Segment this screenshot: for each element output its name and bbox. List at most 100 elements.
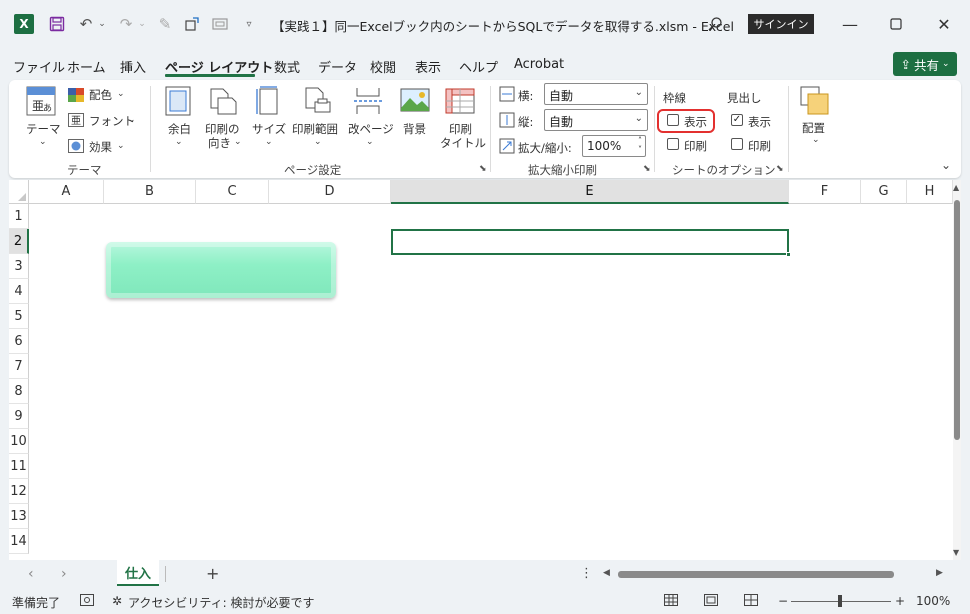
chevron-down-icon[interactable]: ⌄	[117, 89, 125, 99]
camera-icon[interactable]	[210, 13, 230, 35]
minimize-icon[interactable]: —	[838, 12, 862, 36]
redo-icon[interactable]: ↷	[116, 13, 136, 35]
sheet-tab-active[interactable]: 仕入	[117, 560, 159, 586]
close-icon[interactable]: ✕	[932, 12, 956, 36]
accessibility-status[interactable]: アクセシビリティ: 検討が必要です	[128, 594, 315, 611]
horizontal-scroll-thumb[interactable]	[618, 571, 894, 578]
column-header-a[interactable]: A	[29, 180, 104, 204]
margins-label[interactable]: 余白	[168, 121, 191, 137]
column-header-c[interactable]: C	[196, 180, 269, 204]
chevron-down-icon[interactable]: ⌄	[128, 115, 136, 125]
undo-icon[interactable]: ↶	[76, 13, 96, 35]
print-titles-icon[interactable]	[445, 86, 475, 116]
chevron-down-icon[interactable]: ⌄	[117, 141, 125, 151]
search-icon[interactable]	[704, 13, 726, 35]
row-header-2[interactable]: 2	[9, 229, 29, 254]
row-header-11[interactable]: 11	[9, 454, 29, 479]
width-dropdown[interactable]: 自動 ⌄	[544, 83, 648, 105]
chevron-down-icon[interactable]: ⌄	[39, 137, 47, 147]
background-label[interactable]: 背景	[403, 121, 426, 137]
scroll-right-icon[interactable]: ▶	[936, 568, 943, 578]
orientation-label-2[interactable]: 向き	[208, 135, 231, 151]
colors-icon[interactable]	[68, 88, 84, 102]
size-label[interactable]: サイズ	[252, 121, 286, 137]
vertical-scrollbar[interactable]: ▲ ▼	[953, 180, 961, 560]
tab-formulas[interactable]: 数式	[274, 57, 300, 76]
gridlines-print-label[interactable]: 印刷	[684, 138, 707, 154]
arrange-icon[interactable]	[800, 86, 830, 116]
row-header-8[interactable]: 8	[9, 379, 29, 404]
add-sheet-button[interactable]: +	[206, 564, 219, 583]
zoom-out-button[interactable]: −	[778, 594, 788, 608]
themes-icon[interactable]: 亜あ	[26, 86, 56, 116]
save-icon[interactable]	[46, 13, 68, 35]
more-options-icon[interactable]: ⋮	[580, 566, 593, 581]
select-all-corner[interactable]	[9, 180, 29, 204]
dialog-launcher-icon[interactable]: ⬊	[643, 164, 651, 174]
share-button[interactable]: ⇪ 共有 ⌄	[893, 52, 957, 76]
column-header-e[interactable]: E	[391, 180, 789, 204]
headings-print-label[interactable]: 印刷	[748, 138, 771, 154]
row-header-14[interactable]: 14	[9, 529, 29, 554]
spinner-arrows-icon[interactable]: ˄ ˅	[638, 136, 642, 154]
selected-cell[interactable]	[391, 229, 789, 255]
breaks-icon[interactable]	[353, 86, 383, 116]
page-break-preview-icon[interactable]	[744, 594, 758, 609]
maximize-icon[interactable]	[884, 12, 908, 36]
fill-handle[interactable]	[786, 252, 791, 257]
vertical-scroll-thumb[interactable]	[954, 200, 960, 440]
zoom-level[interactable]: 100%	[916, 594, 950, 608]
tab-file[interactable]: ファイル	[13, 57, 65, 76]
chevron-down-icon[interactable]: ⌄	[314, 137, 322, 147]
row-header-3[interactable]: 3	[9, 254, 29, 279]
fonts-icon[interactable]: 亜	[68, 113, 84, 127]
headings-print-checkbox[interactable]	[731, 138, 743, 150]
row-header-6[interactable]: 6	[9, 329, 29, 354]
zoom-slider-thumb[interactable]	[838, 595, 842, 607]
sheet-prev-icon[interactable]: ‹	[28, 566, 34, 582]
print-area-icon[interactable]	[303, 86, 333, 116]
signin-button[interactable]: サインイン	[748, 14, 814, 34]
shape-icon[interactable]	[182, 13, 202, 35]
button-shape[interactable]	[106, 242, 336, 298]
headings-view-label[interactable]: 表示	[748, 114, 771, 130]
scale-spinner[interactable]: 100% ˄ ˅	[582, 135, 646, 157]
headings-view-checkbox[interactable]: ✓	[731, 114, 743, 126]
row-header-5[interactable]: 5	[9, 304, 29, 329]
tab-view[interactable]: 表示	[415, 57, 441, 76]
column-header-b[interactable]: B	[104, 180, 196, 204]
row-header-13[interactable]: 13	[9, 504, 29, 529]
collapse-ribbon-icon[interactable]: ⌄	[941, 158, 951, 172]
customize-qat-icon[interactable]: ▿	[242, 13, 256, 35]
row-header-9[interactable]: 9	[9, 404, 29, 429]
scroll-up-icon[interactable]: ▲	[953, 183, 959, 192]
scroll-down-icon[interactable]: ▼	[953, 548, 959, 557]
chevron-down-icon[interactable]: ⌄	[812, 135, 820, 145]
colors-label[interactable]: 配色	[89, 87, 112, 103]
macro-recording-icon[interactable]	[80, 594, 94, 609]
tab-review[interactable]: 校閲	[370, 57, 396, 76]
zoom-in-button[interactable]: +	[895, 594, 905, 608]
chevron-down-icon[interactable]: ⌄	[265, 137, 273, 147]
tab-data[interactable]: データ	[318, 57, 357, 76]
redo-dropdown-icon[interactable]: ⌄	[136, 13, 148, 35]
orientation-icon[interactable]	[208, 86, 238, 116]
themes-label[interactable]: テーマ	[26, 121, 61, 137]
dialog-launcher-icon[interactable]: ⬊	[776, 164, 784, 174]
scroll-left-icon[interactable]: ◀	[603, 568, 610, 578]
normal-view-icon[interactable]	[664, 594, 678, 609]
margins-icon[interactable]	[165, 86, 195, 116]
spreadsheet-grid[interactable]: A B C D E F G H 1 2 3 4 5 6 7 8 9 10 11 …	[9, 180, 961, 560]
chevron-down-icon[interactable]: ⌄	[234, 137, 242, 147]
breaks-label[interactable]: 改ページ	[348, 121, 394, 137]
print-area-label[interactable]: 印刷範囲	[292, 121, 338, 137]
tab-acrobat[interactable]: Acrobat	[514, 57, 564, 72]
chevron-down-icon[interactable]: ⌄	[175, 137, 183, 147]
tab-insert[interactable]: 挿入	[120, 57, 146, 76]
row-header-4[interactable]: 4	[9, 279, 29, 304]
accessibility-icon[interactable]: ✲	[112, 594, 122, 608]
arrange-label[interactable]: 配置	[802, 120, 825, 136]
effects-label[interactable]: 効果	[89, 139, 112, 155]
row-header-10[interactable]: 10	[9, 429, 29, 454]
height-dropdown[interactable]: 自動 ⌄	[544, 109, 648, 131]
